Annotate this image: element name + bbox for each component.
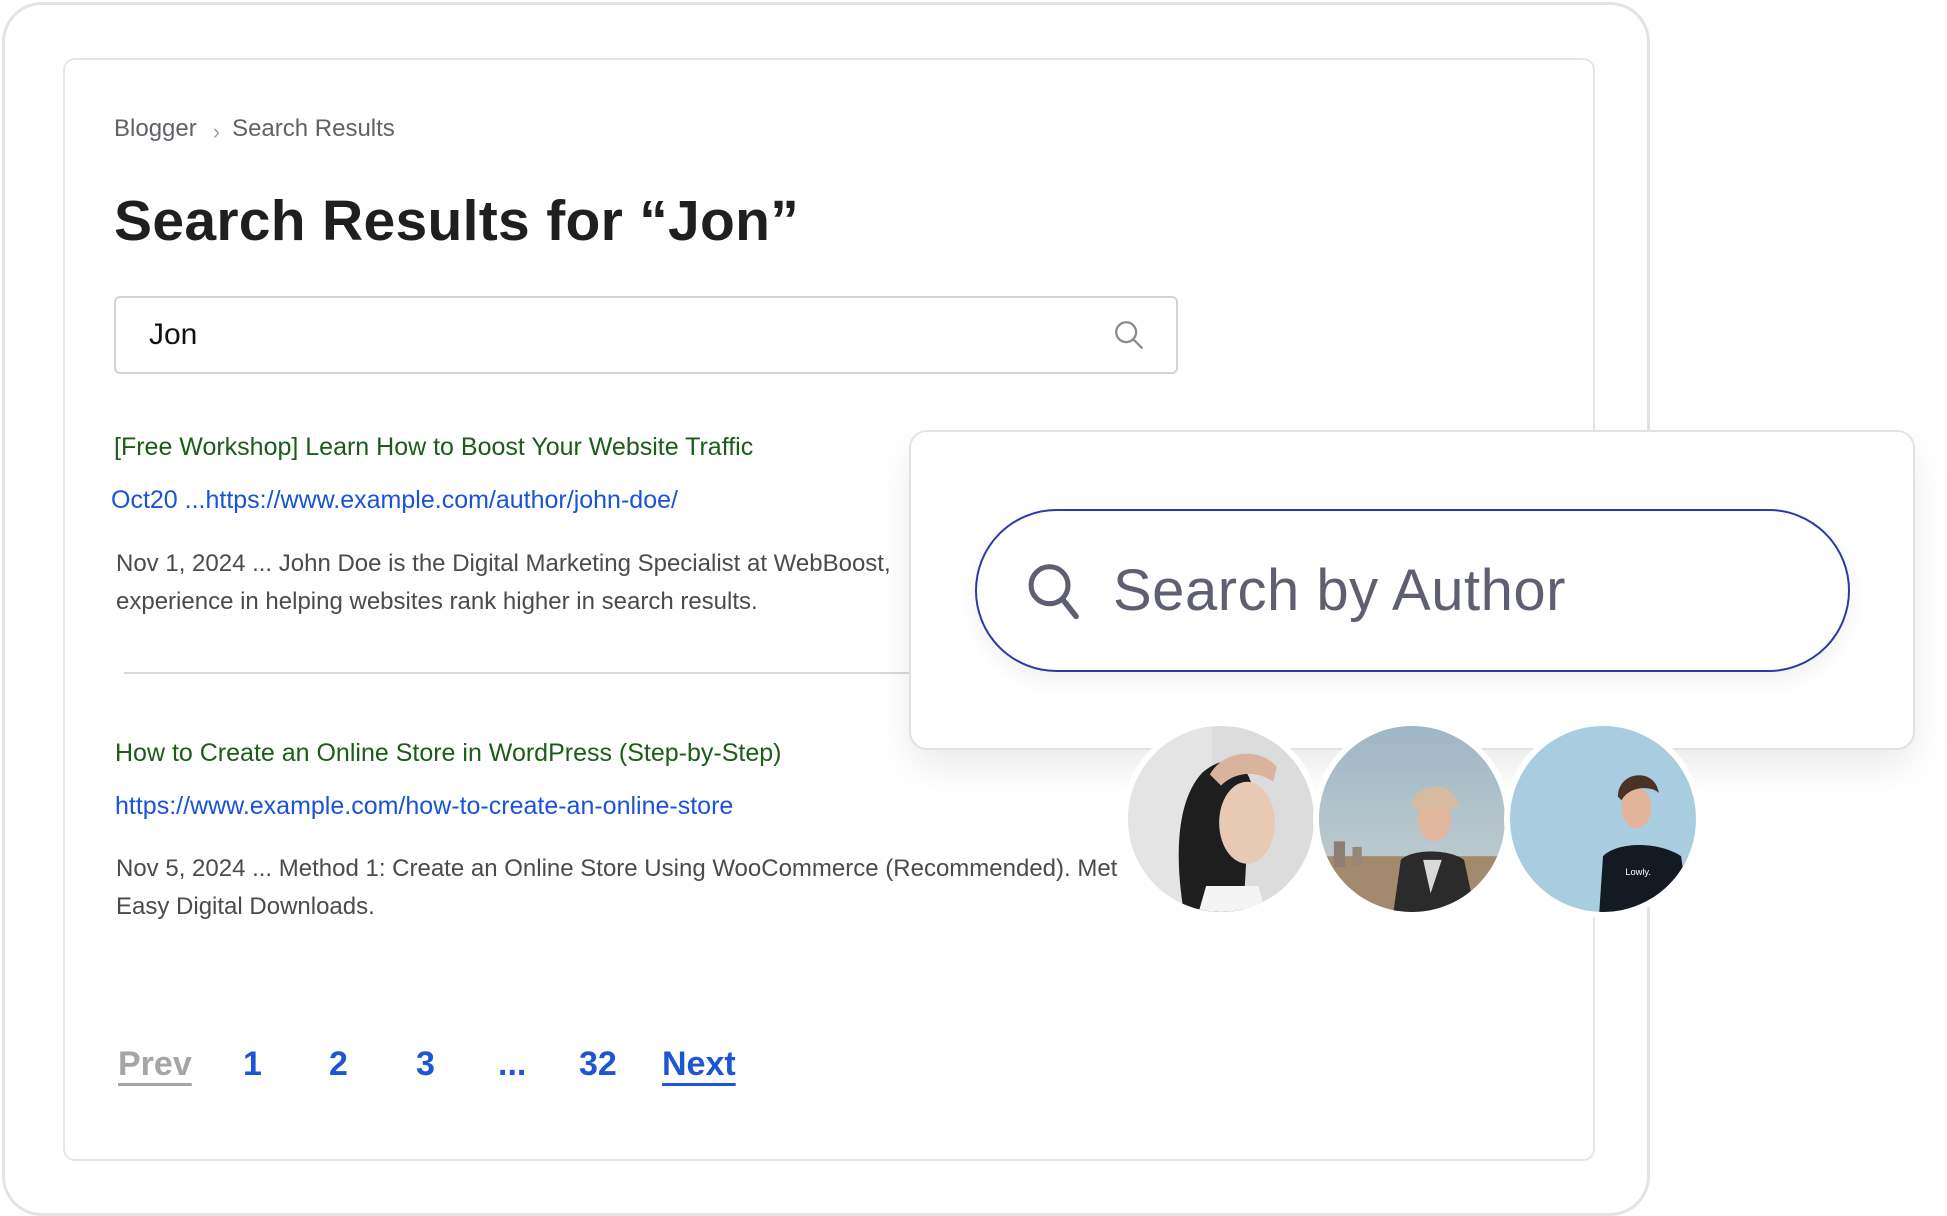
result-url[interactable]: Oct20 ...https://www.example.com/author/… [111,486,678,515]
author-search-placeholder: Search by Author [1113,558,1566,623]
avatar-photo: Lowly. [1510,726,1696,912]
result-snippet: Nov 5, 2024 ... Method 1: Create an Onli… [116,850,1117,926]
snippet-line: Nov 1, 2024 ... John Doe is the Digital … [116,550,891,577]
page-2-button[interactable]: 2 [329,1045,416,1084]
page-3-button[interactable]: 3 [416,1045,498,1084]
result-url[interactable]: https://www.example.com/how-to-create-an… [115,792,733,821]
author-search-input[interactable]: Search by Author [975,509,1850,672]
author-avatar-man-tshirt[interactable]: Lowly. [1504,720,1702,918]
page-32-button[interactable]: 32 [579,1045,662,1084]
snippet-line: experience in helping websites rank high… [116,588,758,615]
result-title[interactable]: [Free Workshop] Learn How to Boost Your … [114,433,753,462]
author-avatar-woman[interactable] [1122,720,1320,918]
chevron-right-icon: › [212,119,221,144]
avatar-photo [1128,726,1314,912]
search-icon[interactable] [1112,318,1146,352]
result-title[interactable]: How to Create an Online Store in WordPre… [115,739,782,768]
author-avatar-man-cap[interactable] [1313,720,1511,918]
shirt-text: Lowly. [1625,867,1651,877]
search-input-value[interactable]: Jon [149,318,1112,352]
breadcrumb-item-blogger[interactable]: Blogger [114,115,197,143]
breadcrumb-item-current: Search Results [232,115,395,142]
snippet-line: Nov 5, 2024 ... Method 1: Create an Onli… [116,855,1118,882]
prev-page-button[interactable]: Prev [118,1045,243,1084]
search-input[interactable]: Jon [114,296,1178,374]
page-1-button[interactable]: 1 [243,1045,329,1084]
page-title: Search Results for “Jon” [114,189,800,253]
avatar-photo [1319,726,1505,912]
pagination: Prev 1 2 3 ... 32 Next [118,1045,736,1084]
breadcrumb: Blogger › Search Results [114,115,395,144]
snippet-line: Easy Digital Downloads. [116,893,375,920]
result-snippet: Nov 1, 2024 ... John Doe is the Digital … [116,545,891,621]
next-page-button[interactable]: Next [662,1045,736,1084]
page-ellipsis: ... [498,1045,527,1083]
search-icon [1028,563,1079,619]
